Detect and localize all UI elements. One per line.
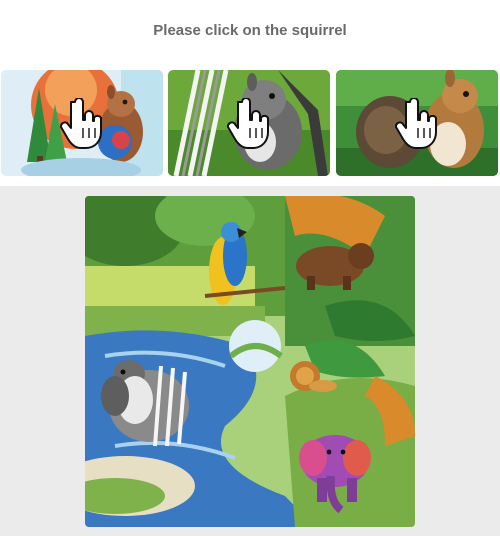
hand-pointer-icon <box>59 98 102 149</box>
thumbnail-option-2[interactable] <box>168 70 330 176</box>
thumbnail-option-3[interactable] <box>336 70 498 176</box>
challenge-stage <box>0 186 500 536</box>
hand-pointer-icon <box>394 98 437 149</box>
thumbnail-option-1[interactable] <box>1 70 163 176</box>
jungle-scene-illustration <box>85 196 415 527</box>
hand-pointer-icon <box>226 98 269 149</box>
captcha-instruction: Please click on the squirrel <box>153 22 347 39</box>
jungle-scene-image[interactable] <box>85 196 415 527</box>
